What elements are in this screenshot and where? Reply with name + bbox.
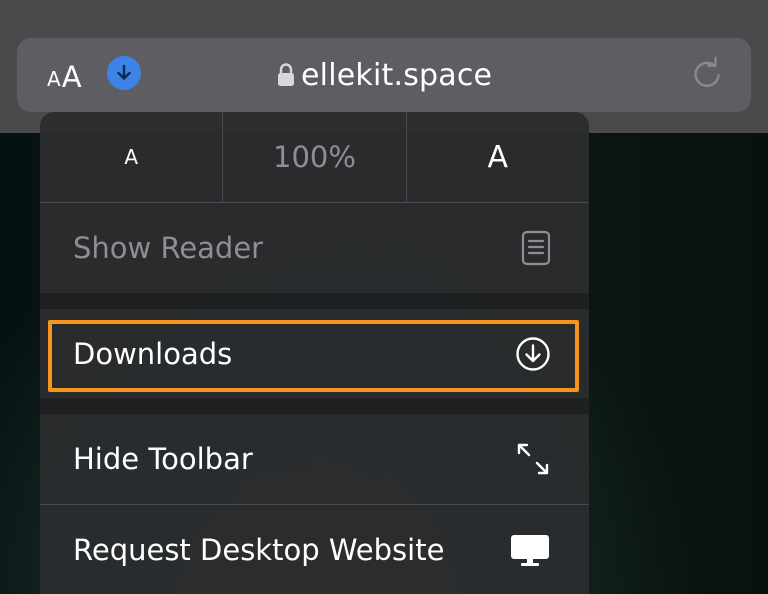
url-text: ellekit.space: [301, 57, 493, 93]
text-size-large-glyph: A: [61, 60, 82, 94]
menu-item-label: Request Desktop Website: [73, 532, 445, 567]
section-divider: [40, 293, 589, 309]
menu-item-label: Show Reader: [73, 231, 264, 265]
reader-icon: [521, 230, 551, 266]
desktop-icon: [509, 532, 551, 568]
menu-item-hide-toolbar[interactable]: Hide Toolbar: [40, 414, 589, 504]
url-display[interactable]: ellekit.space: [277, 55, 492, 95]
menu-item-label: Hide Toolbar: [73, 442, 253, 476]
decrease-text-size-button[interactable]: A: [40, 112, 224, 202]
reload-icon[interactable]: [689, 56, 725, 92]
increase-text-size-button[interactable]: A: [407, 112, 589, 202]
page-settings-button[interactable]: A A: [47, 58, 82, 92]
menu-item-request-desktop-website[interactable]: Request Desktop Website: [40, 505, 589, 594]
expand-arrows-icon: [515, 441, 551, 477]
zoom-controls: A 100% A: [40, 112, 589, 202]
downloads-highlight-box: [48, 320, 579, 392]
lock-icon: [277, 62, 295, 88]
text-size-small-glyph: A: [47, 67, 61, 91]
download-arrow-icon[interactable]: [107, 56, 141, 90]
menu-item-show-reader[interactable]: Show Reader: [40, 203, 589, 293]
address-bar[interactable]: A A ellekit.space: [17, 38, 751, 112]
section-divider: [40, 398, 589, 414]
zoom-level-label: 100%: [223, 112, 407, 202]
